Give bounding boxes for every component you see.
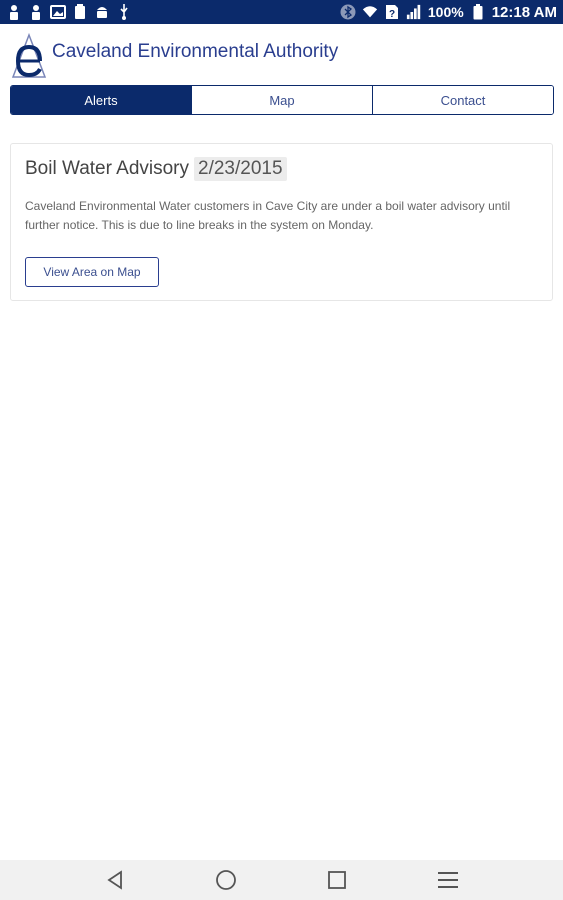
alert-title: Boil Water Advisory [25,158,190,179]
battery-percent: 100% [427,4,464,20]
tab-bar: Alerts Map Contact [10,85,554,115]
sim-unknown-icon: ? [384,4,400,20]
tab-map[interactable]: Map [191,86,372,114]
bluetooth-icon [340,4,356,20]
alert-card: Boil Water Advisory 2/23/2015 Caveland E… [10,143,553,301]
usb-icon [116,4,132,20]
tab-contact[interactable]: Contact [372,86,553,114]
image-icon [50,4,66,20]
app-header: Caveland Environmental Authority [10,30,555,82]
alert-date: 2/23/2015 [194,157,287,181]
person-icon [28,4,44,20]
signal-icon [406,4,422,20]
alert-title-row: Boil Water Advisory 2/23/2015 [25,157,287,181]
status-right-icons: ? 100% 12:18 AM [340,4,557,21]
tab-alerts[interactable]: Alerts [11,86,191,114]
status-bar: ? 100% 12:18 AM [0,0,563,24]
app-title: Caveland Environmental Authority [52,41,339,62]
alert-body: Caveland Environmental Water customers i… [25,199,511,232]
system-nav-bar [0,860,563,900]
person-icon [6,4,22,20]
clock: 12:18 AM [491,3,557,21]
svg-text:?: ? [389,9,395,20]
clipboard-icon [72,4,88,20]
status-left-icons [6,4,132,20]
menu-icon[interactable] [428,860,468,900]
android-icon [94,4,110,20]
battery-icon [470,4,486,20]
view-area-on-map-button[interactable]: View Area on Map [25,257,159,287]
caveland-logo [10,32,48,79]
home-icon[interactable] [206,860,246,900]
recents-icon[interactable] [317,860,357,900]
back-icon[interactable] [95,860,135,900]
wifi-icon [362,4,378,20]
